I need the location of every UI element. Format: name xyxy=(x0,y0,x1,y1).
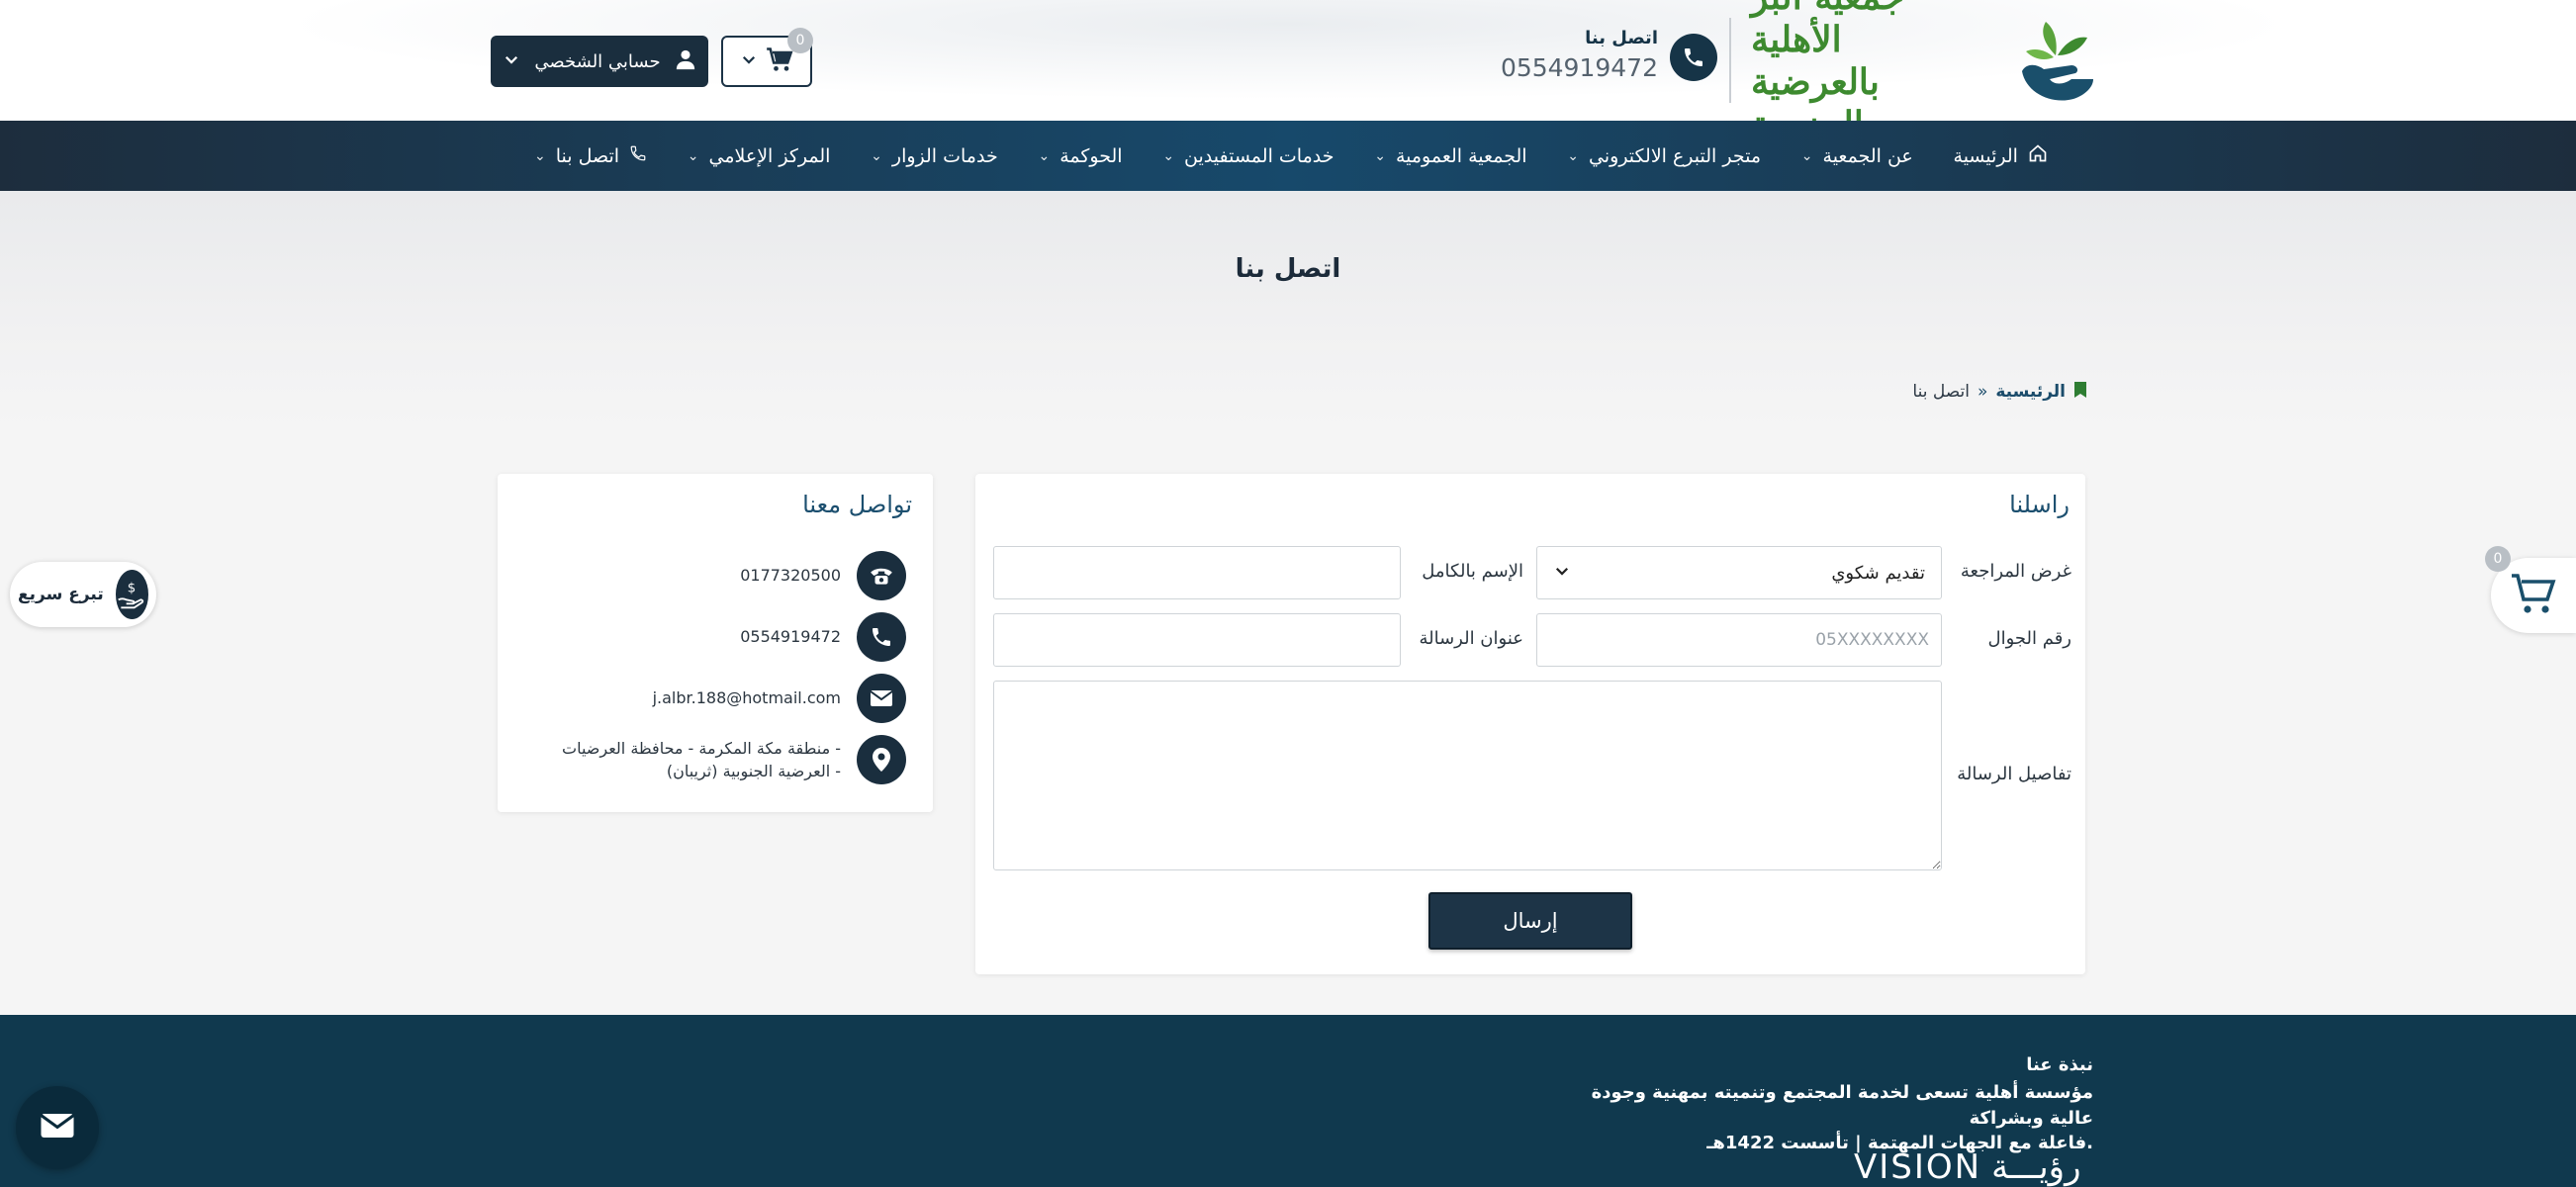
site-logo[interactable]: جمعية البر الأهلية بالعرضية الجنوبية xyxy=(1751,0,2095,145)
footer-about-text: مؤسسة أهلية تسعى لخدمة المجتمع وتنميته ب… xyxy=(1543,1080,2093,1156)
account-label: حسابي الشخصي xyxy=(534,50,661,72)
nav-item-label: خدمات الزوار xyxy=(891,144,998,167)
chevron-down-icon: ⌄ xyxy=(1567,147,1580,164)
main-nav: الرئيسية عن الجمعية ⌄ متجر التبرع الالكت… xyxy=(0,121,2576,191)
nav-item-donation-store[interactable]: متجر التبرع الالكتروني ⌄ xyxy=(1567,145,1761,167)
footer-about-title: نبذة عنا xyxy=(2026,1054,2093,1075)
phone-icon xyxy=(857,612,906,662)
chevron-down-icon: ⌄ xyxy=(1374,147,1386,164)
quick-donate-label: تبرع سريع xyxy=(18,585,104,604)
nav-item-label: اتصل بنا xyxy=(555,144,620,167)
top-header xyxy=(0,0,2576,121)
contact-address-line2: العرضية الجنوبية (ثريبان) - xyxy=(666,762,841,780)
contact-info-title: تواصل معنا xyxy=(802,491,912,518)
contact-landline: 0177320500 xyxy=(740,566,841,586)
header-contact-phone[interactable]: 0554919472 xyxy=(1501,53,1658,82)
details-textarea[interactable] xyxy=(993,681,1942,870)
nav-item-home[interactable]: الرئيسية xyxy=(1954,143,2048,168)
user-icon xyxy=(675,48,696,75)
chevron-down-icon: ⌄ xyxy=(534,147,546,164)
chevron-down-icon: ⌄ xyxy=(871,147,882,164)
chevron-down-icon xyxy=(740,50,758,72)
purpose-select-value: تقديم شكوي xyxy=(1831,562,1925,584)
vision-logo[interactable]: VISION رؤيـــة xyxy=(1854,1147,2091,1187)
contact-address: منطقة مكة المكرمة - محافظة العرضيات - الع… xyxy=(562,737,841,782)
submit-button[interactable]: إرسال xyxy=(1428,892,1632,950)
name-input[interactable] xyxy=(993,546,1401,599)
message-button[interactable] xyxy=(16,1086,99,1169)
purpose-select[interactable]: تقديم شكوي xyxy=(1536,546,1942,599)
contact-row-email[interactable]: j.albr.188@hotmail.com xyxy=(653,674,906,723)
donate-hand-icon: $ xyxy=(115,570,148,619)
nav-item-label: خدمات المستفيدين xyxy=(1184,144,1334,167)
contact-row-address: منطقة مكة المكرمة - محافظة العرضيات - الع… xyxy=(562,735,906,784)
form-title: راسلنا xyxy=(2009,491,2070,518)
header-contact[interactable]: اتصل بنا 0554919472 xyxy=(1501,28,1717,87)
breadcrumb-current: اتصل بنا xyxy=(1912,382,1970,402)
contact-mobile: 0554919472 xyxy=(740,627,841,647)
phone-icon xyxy=(1670,34,1717,81)
nav-item-label: الرئيسية xyxy=(1953,144,2018,167)
header-cart-count: 0 xyxy=(787,28,813,53)
purpose-label: غرض المراجعة xyxy=(1960,561,2071,582)
nav-item-visitor-services[interactable]: خدمات الزوار ⌄ xyxy=(871,145,998,167)
contact-address-line1: منطقة مكة المكرمة - محافظة العرضيات - xyxy=(562,738,841,758)
envelope-icon xyxy=(40,1112,75,1143)
chevron-down-icon: ⌄ xyxy=(1038,147,1051,164)
name-label: الإسم بالكامل xyxy=(1422,561,1523,582)
chevron-down-icon: ⌄ xyxy=(1800,147,1813,164)
nav-item-label: الجمعية العمومية xyxy=(1395,144,1527,167)
account-button[interactable]: حسابي الشخصي xyxy=(491,36,708,87)
envelope-icon xyxy=(857,674,906,723)
nav-item-beneficiary-services[interactable]: خدمات المستفيدين ⌄ xyxy=(1162,145,1334,167)
page-hero xyxy=(0,191,2576,428)
nav-item-contact[interactable]: اتصل بنا ⌄ xyxy=(534,144,647,167)
contact-row-mobile[interactable]: 0554919472 xyxy=(740,612,906,662)
nav-item-general-assembly[interactable]: الجمعية العمومية ⌄ xyxy=(1374,145,1526,167)
hand-leaves-logo-icon xyxy=(2022,22,2093,101)
location-pin-icon xyxy=(857,735,906,784)
quick-donate-button[interactable]: تبرع سريع $ xyxy=(10,562,156,627)
cart-icon xyxy=(766,46,793,76)
chevron-down-icon: ⌄ xyxy=(687,147,699,164)
site-footer xyxy=(0,1015,2576,1187)
telephone-icon xyxy=(857,551,906,600)
nav-item-label: الحوكمة xyxy=(1059,144,1123,167)
mobile-label: رقم الجوال xyxy=(1987,628,2071,649)
footer-about-line1: مؤسسة أهلية تسعى لخدمة المجتمع وتنميته ب… xyxy=(1591,1082,2093,1129)
phone-icon xyxy=(629,144,647,167)
header-contact-label: اتصل بنا xyxy=(1585,28,1658,48)
page-title: اتصل بنا xyxy=(1235,254,1341,284)
bookmark-icon xyxy=(2073,381,2087,404)
nav-item-about[interactable]: عن الجمعية ⌄ xyxy=(1801,145,1913,167)
home-icon xyxy=(2028,143,2048,168)
nav-item-label: عن الجمعية xyxy=(1822,144,1913,167)
chevron-down-icon xyxy=(1553,562,1571,585)
header-divider xyxy=(1729,18,1731,103)
breadcrumb-separator: » xyxy=(1977,382,1988,402)
contact-email: j.albr.188@hotmail.com xyxy=(652,688,841,708)
subject-label: عنوان الرسالة xyxy=(1419,628,1523,649)
nav-item-media-center[interactable]: المركز الإعلامي ⌄ xyxy=(688,145,831,167)
chevron-down-icon: ⌄ xyxy=(1162,147,1175,164)
cart-icon xyxy=(2510,572,2557,619)
nav-item-label: المركز الإعلامي xyxy=(708,144,831,167)
nav-item-label: متجر التبرع الالكتروني xyxy=(1589,144,1762,167)
vision-logo-en: VISION xyxy=(1854,1147,1982,1187)
nav-item-governance[interactable]: الحوكمة ⌄ xyxy=(1038,145,1122,167)
vision-logo-ar: رؤيـــة xyxy=(1991,1147,2081,1187)
logo-line1: جمعية البر الأهلية xyxy=(1751,0,1904,60)
subject-input[interactable] xyxy=(993,613,1401,667)
side-cart-count: 0 xyxy=(2485,546,2511,572)
svg-text:$: $ xyxy=(128,581,136,595)
breadcrumb: الرئيسية » اتصل بنا xyxy=(1909,377,2087,407)
details-label: تفاصيل الرسالة xyxy=(1957,764,2071,784)
mobile-input[interactable] xyxy=(1536,613,1942,667)
contact-row-landline[interactable]: 0177320500 xyxy=(740,551,906,600)
chevron-down-icon xyxy=(503,50,520,73)
breadcrumb-home[interactable]: الرئيسية xyxy=(1995,382,2066,402)
